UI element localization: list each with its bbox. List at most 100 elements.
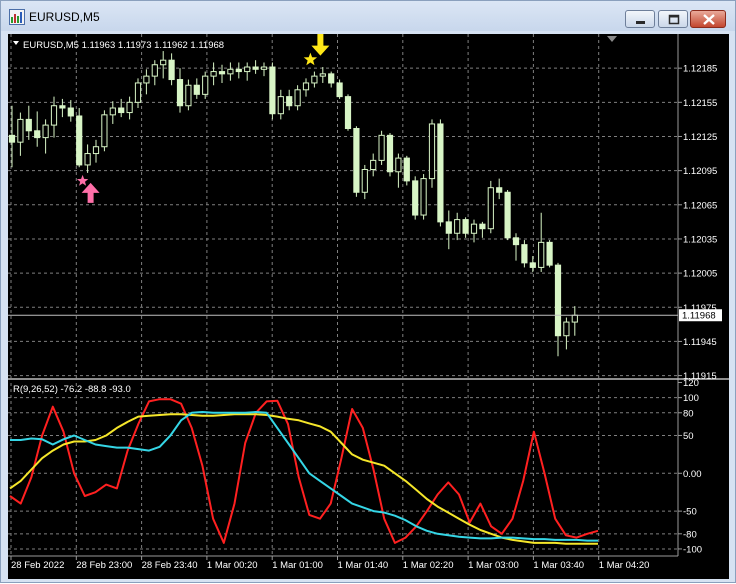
candle[interactable]: [428, 119, 436, 188]
candle[interactable]: [487, 180, 494, 234]
candle[interactable]: [571, 306, 578, 336]
candle-body-bull: [185, 84, 192, 107]
chart-shift-marker-icon[interactable]: [607, 36, 617, 42]
candle[interactable]: [34, 111, 41, 147]
candle[interactable]: [479, 221, 486, 238]
candle[interactable]: [462, 217, 469, 238]
title-bar[interactable]: EURUSD,M5: [1, 1, 735, 31]
candle[interactable]: [496, 178, 503, 200]
candle[interactable]: [109, 101, 116, 124]
candle-body-bull: [151, 64, 158, 77]
candle[interactable]: [118, 98, 125, 118]
candle[interactable]: [202, 71, 209, 99]
candle[interactable]: [294, 85, 301, 111]
chart-area[interactable]: EURUSD,M5 1.11963 1.11973 1.11962 1.1196…: [8, 33, 729, 579]
candle[interactable]: [176, 68, 184, 113]
close-button[interactable]: [690, 10, 726, 28]
candle-body-bear: [554, 264, 562, 337]
candle[interactable]: [521, 240, 528, 268]
candle[interactable]: [344, 94, 352, 131]
candle-body-bear: [328, 73, 335, 84]
candle[interactable]: [445, 210, 452, 250]
candle-body-bull: [143, 75, 150, 84]
time-tick-label: 1 Mar 03:40: [533, 560, 584, 571]
candle[interactable]: [227, 62, 234, 81]
candle[interactable]: [244, 62, 251, 81]
candle[interactable]: [126, 96, 133, 120]
candle[interactable]: [168, 53, 175, 86]
candle[interactable]: [59, 98, 66, 118]
candle[interactable]: [8, 105, 16, 168]
candle[interactable]: [395, 153, 402, 188]
candle[interactable]: [311, 71, 318, 88]
candle[interactable]: [193, 78, 200, 99]
candle[interactable]: [454, 212, 461, 241]
candle[interactable]: [370, 153, 377, 177]
candle[interactable]: [143, 69, 150, 95]
time-tick-label: 28 Feb 2022: [11, 560, 64, 571]
time-tick-label: 1 Mar 03:00: [468, 560, 519, 571]
candle[interactable]: [17, 112, 24, 156]
candle-body-bear: [403, 157, 410, 182]
candle[interactable]: [328, 71, 335, 88]
candle-body-bear: [336, 82, 343, 98]
candle[interactable]: [185, 79, 192, 111]
candle[interactable]: [538, 212, 545, 272]
candle[interactable]: [378, 130, 385, 165]
candle-body-bear: [344, 96, 352, 130]
candle[interactable]: [235, 62, 242, 79]
candle[interactable]: [286, 89, 293, 111]
candle[interactable]: [512, 233, 520, 261]
candle[interactable]: [84, 144, 91, 173]
candle[interactable]: [160, 51, 167, 79]
maximize-button[interactable]: [658, 10, 688, 28]
candle[interactable]: [25, 105, 32, 140]
candle[interactable]: [361, 164, 368, 200]
candle[interactable]: [277, 89, 284, 120]
candle[interactable]: [101, 110, 108, 152]
restore-icon: [668, 14, 680, 25]
candle[interactable]: [67, 100, 74, 122]
indicator-tick-label: 50: [683, 431, 694, 442]
candle-body-bull: [395, 157, 402, 173]
candle-body-bull: [134, 82, 142, 103]
candle[interactable]: [76, 108, 83, 168]
candle-body-bear: [286, 96, 293, 107]
candle[interactable]: [269, 62, 276, 120]
candle[interactable]: [210, 62, 217, 86]
candle[interactable]: [412, 176, 419, 220]
candlesticks[interactable]: [8, 51, 578, 357]
candle[interactable]: [353, 126, 360, 197]
candle-body-bull: [50, 105, 58, 126]
candle[interactable]: [260, 62, 268, 77]
minimize-button[interactable]: [625, 10, 655, 28]
candle[interactable]: [563, 317, 570, 350]
candle[interactable]: [546, 240, 553, 268]
menu-triangle-icon[interactable]: [13, 41, 19, 45]
candle[interactable]: [92, 139, 100, 163]
sell-arrow-icon: [311, 33, 330, 56]
candle[interactable]: [252, 60, 259, 74]
candle[interactable]: [319, 67, 326, 83]
candle-body-bull: [420, 178, 427, 216]
price-axis-ticks: 1.12185 1.12155 1.12125 1.12095 1.12065 1.120…: [678, 64, 717, 382]
chart-canvas[interactable]: EURUSD,M5 1.11963 1.11973 1.11962 1.1196…: [8, 33, 729, 579]
candle-body-bear: [512, 237, 520, 246]
candle[interactable]: [218, 64, 226, 83]
candle[interactable]: [302, 78, 310, 97]
candle[interactable]: [386, 133, 394, 177]
candle[interactable]: [554, 262, 562, 357]
candle[interactable]: [504, 189, 511, 241]
candle[interactable]: [420, 174, 427, 220]
candle-body-bull: [538, 241, 545, 268]
candle[interactable]: [529, 256, 536, 272]
indicator-tick-label: 0.00: [683, 469, 702, 480]
candle[interactable]: [437, 119, 444, 227]
candle-body-bull: [202, 75, 209, 95]
candle[interactable]: [403, 155, 410, 186]
candle-body-bull: [470, 223, 478, 234]
candle[interactable]: [151, 60, 158, 86]
candle[interactable]: [134, 78, 142, 109]
candle[interactable]: [42, 119, 49, 154]
candle-body-bear: [67, 107, 74, 117]
